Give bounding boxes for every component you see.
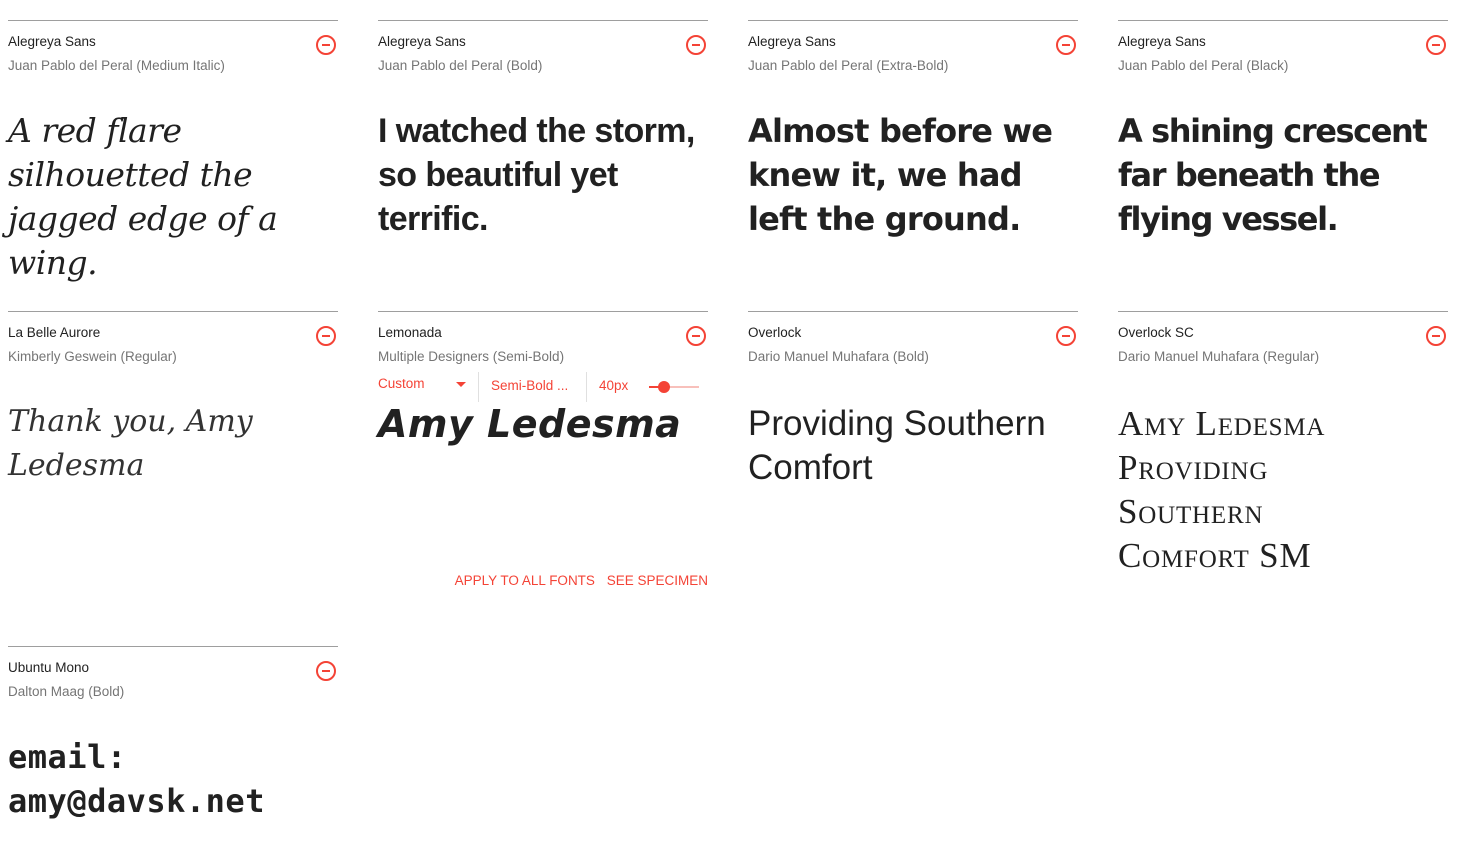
font-sample-text[interactable]: A shining crescent far beneath the flyin… [1118, 109, 1448, 241]
font-designer: Dario Manuel Muhafara (Regular) [1118, 349, 1320, 364]
remove-font-icon[interactable] [316, 661, 336, 681]
font-family-name: Ubuntu Mono [8, 660, 90, 675]
font-designer: Juan Pablo del Peral (Bold) [378, 58, 543, 73]
apply-to-all-fonts-button[interactable]: APPLY TO ALL FONTS [455, 573, 595, 588]
font-family-name: La Belle Aurore [8, 325, 101, 340]
font-card-overlock-sc: Overlock SC Dario Manuel Muhafara (Regul… [1118, 311, 1448, 622]
font-sample-text[interactable]: A red flare silhouetted the jagged edge … [8, 109, 338, 285]
font-card-alegreya-extra-bold: Alegreya Sans Juan Pablo del Peral (Extr… [748, 20, 1078, 291]
font-card-overlock: Overlock Dario Manuel Muhafara (Bold) Pr… [748, 311, 1078, 622]
font-sample-text[interactable]: Amy Ledesma [378, 402, 708, 446]
font-designer: Dario Manuel Muhafara (Bold) [748, 349, 929, 364]
see-specimen-button[interactable]: SEE SPECIMEN [607, 573, 708, 588]
font-family-name: Overlock [748, 325, 802, 340]
font-card-alegreya-black: Alegreya Sans Juan Pablo del Peral (Blac… [1118, 20, 1448, 291]
font-size-slider-thumb[interactable] [658, 381, 670, 393]
remove-font-icon[interactable] [686, 326, 706, 346]
font-designer: Juan Pablo del Peral (Medium Italic) [8, 58, 225, 73]
font-weight-value: Semi-Bold ... [491, 378, 569, 393]
font-designer: Kimberly Geswein (Regular) [8, 349, 177, 364]
font-card-ubuntu-mono: Ubuntu Mono Dalton Maag (Bold) email: am… [8, 646, 338, 837]
remove-font-icon[interactable] [686, 35, 706, 55]
font-card-la-belle-aurore: La Belle Aurore Kimberly Geswein (Regula… [8, 311, 338, 622]
arrow-drop-down-icon [456, 382, 466, 387]
font-weight-select[interactable]: Semi-Bold ... [478, 372, 587, 402]
font-designer: Dalton Maag (Bold) [8, 684, 125, 699]
font-family-name: Alegreya Sans [8, 34, 96, 49]
font-family-name: Overlock SC [1118, 325, 1194, 340]
font-sample-text[interactable]: Amy Ledesma Providing Southern Comfort S… [1118, 402, 1378, 578]
remove-font-icon[interactable] [316, 326, 336, 346]
sample-controls: Custom Semi-Bold ... 40px [378, 372, 708, 402]
font-sample-text[interactable]: Thank you, Amy Ledesma [8, 400, 258, 488]
sample-type-value: Custom [378, 376, 425, 391]
font-designer: Juan Pablo del Peral (Black) [1118, 58, 1289, 73]
font-family-name: Lemonada [378, 325, 442, 340]
font-family-name: Alegreya Sans [748, 34, 836, 49]
remove-font-icon[interactable] [1426, 326, 1446, 346]
font-card-alegreya-bold: Alegreya Sans Juan Pablo del Peral (Bold… [378, 20, 708, 291]
font-size-slider[interactable] [649, 381, 699, 393]
font-sample-text[interactable]: I watched the storm, so beautiful yet te… [378, 109, 708, 241]
font-card-alegreya-medium-italic: Alegreya Sans Juan Pablo del Peral (Medi… [8, 20, 338, 291]
font-sample-text[interactable]: Almost before we knew it, we had left th… [748, 109, 1078, 241]
font-sample-text[interactable]: Providing Southern Comfort [748, 402, 1078, 490]
font-size-value: 40px [599, 378, 629, 393]
font-size-control: 40px [586, 372, 709, 402]
font-sample-text[interactable]: email: amy@davsk.net [8, 735, 338, 823]
font-family-name: Alegreya Sans [378, 34, 466, 49]
remove-font-icon[interactable] [1056, 326, 1076, 346]
remove-font-icon[interactable] [1056, 35, 1076, 55]
sample-type-select[interactable]: Custom [378, 376, 466, 391]
remove-font-icon[interactable] [316, 35, 336, 55]
remove-font-icon[interactable] [1426, 35, 1446, 55]
font-designer: Juan Pablo del Peral (Extra-Bold) [748, 58, 949, 73]
font-family-name: Alegreya Sans [1118, 34, 1206, 49]
font-designer: Multiple Designers (Semi-Bold) [378, 349, 565, 364]
card-actions: APPLY TO ALL FONTS SEE SPECIMEN [447, 573, 708, 588]
font-card-lemonada: Lemonada Multiple Designers (Semi-Bold) … [378, 311, 708, 622]
